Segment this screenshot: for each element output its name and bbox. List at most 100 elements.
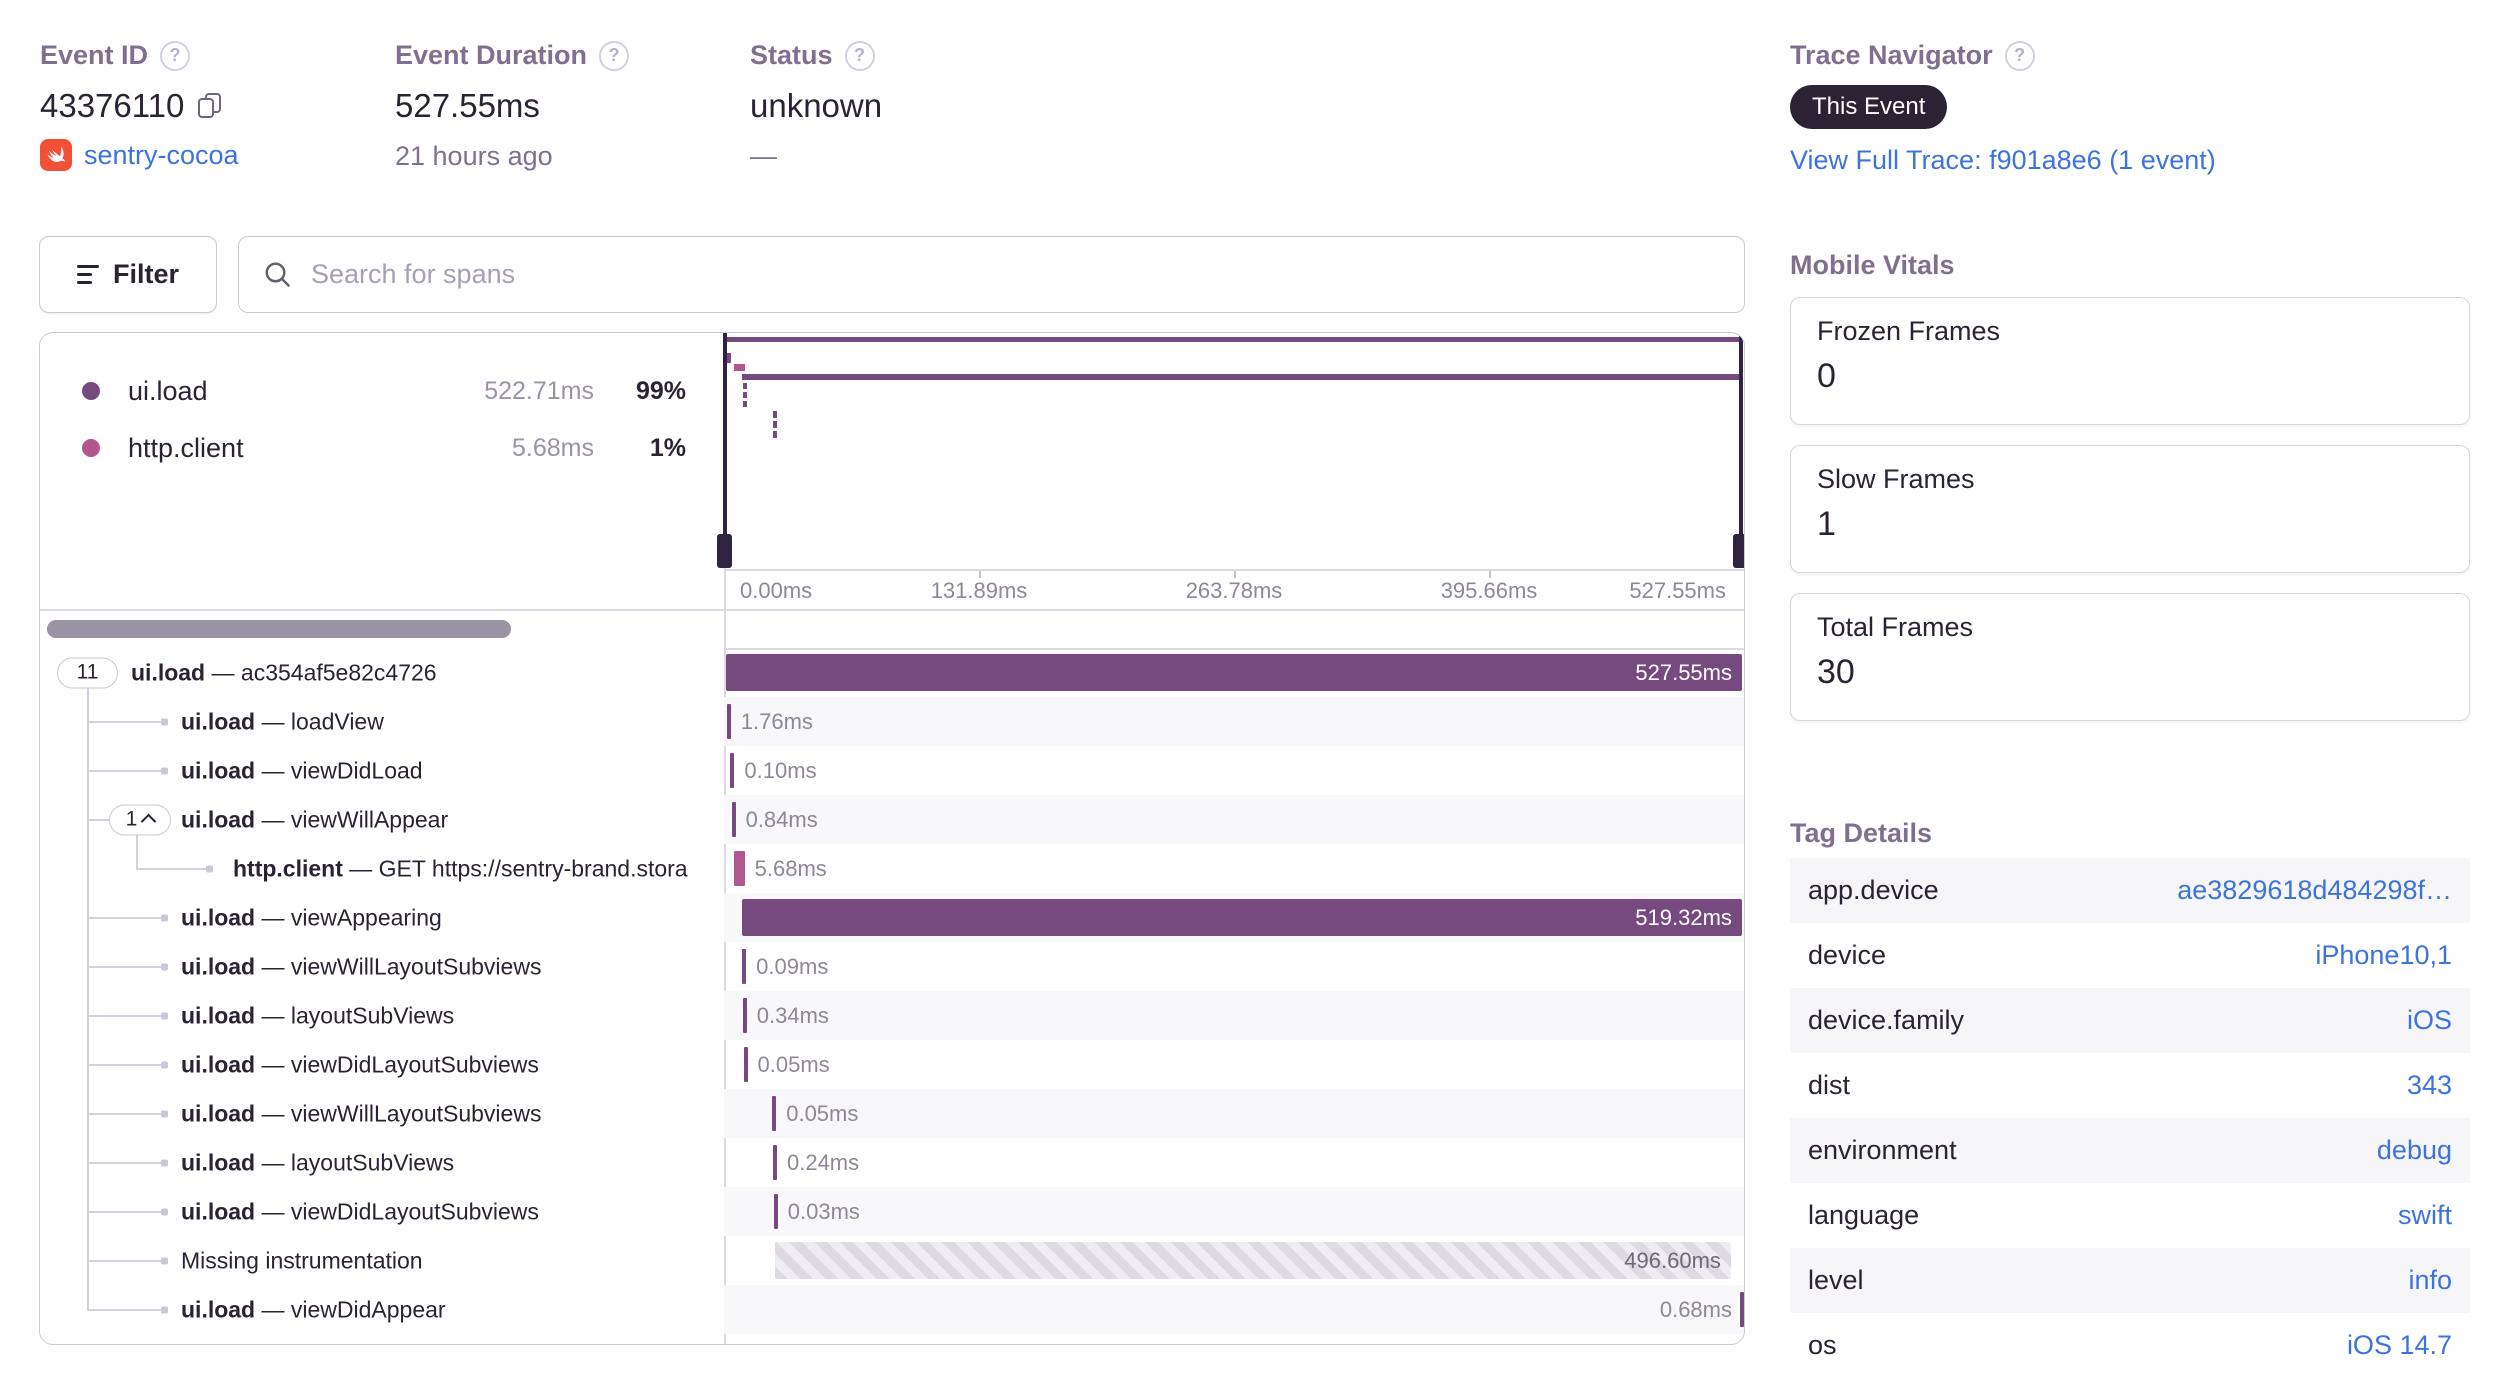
span-tick[interactable] — [742, 949, 747, 984]
span-op: ui.load — [181, 1198, 256, 1224]
tag-value-link[interactable]: iPhone10,1 — [2315, 940, 2452, 971]
tag-value-link[interactable]: 343 — [2407, 1070, 2452, 1101]
search-input[interactable] — [309, 258, 1720, 291]
span-tick[interactable] — [731, 802, 736, 837]
tag-row: language swift — [1790, 1183, 2470, 1248]
span-tick[interactable] — [772, 1096, 777, 1131]
tag-value-link[interactable]: swift — [2398, 1200, 2452, 1231]
help-icon[interactable]: ? — [160, 40, 191, 71]
span-tick[interactable] — [773, 1194, 778, 1229]
view-full-trace-link[interactable]: View Full Trace: f901a8e6 (1 event) — [1790, 145, 2216, 175]
missing-instrumentation-bar[interactable]: 496.60ms — [774, 1242, 1731, 1279]
tag-value-link[interactable]: info — [2408, 1265, 2452, 1296]
status-label: Status — [750, 40, 833, 70]
span-duration-cell[interactable]: 0.10ms — [724, 746, 1744, 795]
event-id-value: 43376110 — [40, 87, 185, 124]
minimap-left-handle[interactable] — [717, 534, 732, 568]
span-tree-cell[interactable]: ui.load — viewWillLayoutSubviews — [40, 1089, 724, 1138]
status-value: unknown — [750, 87, 883, 124]
span-row[interactable]: ui.load — layoutSubViews 0.34ms — [40, 991, 1744, 1040]
span-duration-cell[interactable]: 1.76ms — [724, 697, 1744, 746]
span-tick[interactable] — [743, 1047, 748, 1082]
span-count-pill[interactable]: 11 — [57, 657, 118, 688]
span-row[interactable]: ui.load — layoutSubViews 0.24ms — [40, 1138, 1744, 1187]
span-tick[interactable] — [1740, 1292, 1744, 1327]
span-row[interactable]: ui.load — viewAppearing 519.32ms — [40, 893, 1744, 942]
divider — [724, 569, 1744, 571]
span-duration-label: 5.68ms — [754, 855, 827, 881]
span-bar[interactable]: 519.32ms — [741, 899, 1742, 936]
span-bar[interactable]: 527.55ms — [726, 654, 1742, 691]
tree-connector — [87, 965, 161, 968]
span-tree-cell[interactable]: Missing instrumentation — [40, 1236, 724, 1285]
span-tree-cell[interactable]: 11 ui.load — ac354af5e82c4726 — [40, 648, 724, 697]
tag-value-link[interactable]: iOS — [2407, 1005, 2452, 1036]
span-row[interactable]: ui.load — viewDidLoad 0.10ms — [40, 746, 1744, 795]
span-tree-cell[interactable]: ui.load — viewAppearing — [40, 893, 724, 942]
span-tick[interactable] — [733, 851, 745, 886]
span-row[interactable]: ui.load — viewDidLayoutSubviews 0.05ms — [40, 1040, 1744, 1089]
minimap-right-edge[interactable] — [1739, 333, 1743, 534]
span-duration-cell[interactable]: 5.68ms — [724, 844, 1744, 893]
legend-percent: 1% — [649, 433, 686, 462]
filter-button[interactable]: Filter — [39, 236, 217, 313]
span-duration-cell[interactable]: 0.09ms — [724, 942, 1744, 991]
span-tree-cell[interactable]: ui.load — viewDidLoad — [40, 746, 724, 795]
span-duration-cell[interactable]: 0.05ms — [724, 1040, 1744, 1089]
span-row[interactable]: ui.load — viewDidLayoutSubviews 0.03ms — [40, 1187, 1744, 1236]
span-row[interactable]: 11 ui.load — ac354af5e82c4726 527.55ms — [40, 648, 1744, 697]
span-duration-cell[interactable]: 0.05ms — [724, 1089, 1744, 1138]
copy-icon[interactable] — [198, 93, 224, 119]
span-row[interactable]: Missing instrumentation 496.60ms — [40, 1236, 1744, 1285]
span-tree-cell[interactable]: ui.load — viewDidLayoutSubviews — [40, 1187, 724, 1236]
span-row[interactable]: ui.load — viewWillLayoutSubviews 0.05ms — [40, 1089, 1744, 1138]
tag-value-link[interactable]: iOS 14.7 — [2347, 1330, 2452, 1361]
minimap-right-handle[interactable] — [1733, 534, 1744, 568]
minimap-left-edge[interactable] — [723, 333, 727, 534]
span-tree-cell[interactable]: ui.load — layoutSubViews — [40, 991, 724, 1040]
span-tree-cell[interactable]: ui.load — viewDidAppear — [40, 1285, 724, 1334]
span-duration-cell[interactable]: 527.55ms — [724, 648, 1744, 697]
tag-row: environment debug — [1790, 1118, 2470, 1183]
minimap-appearing-span — [741, 374, 1742, 380]
span-tree-cell[interactable]: ui.load — layoutSubViews — [40, 1138, 724, 1187]
horizontal-scrollbar[interactable] — [47, 620, 511, 638]
tag-value-link[interactable]: debug — [2377, 1135, 2452, 1166]
legend-item[interactable]: http.client 5.68ms 1% — [40, 420, 724, 476]
span-tree-cell[interactable]: ui.load — loadView — [40, 697, 724, 746]
span-row[interactable]: ui.load — viewWillLayoutSubviews 0.09ms — [40, 942, 1744, 991]
span-tree-cell[interactable]: 1 ui.load — viewWillAppear — [40, 795, 724, 844]
vital-card-frozen-frames: Frozen Frames 0 — [1790, 297, 2470, 425]
span-duration-cell[interactable]: 0.03ms — [724, 1187, 1744, 1236]
legend-item[interactable]: ui.load 522.71ms 99% — [40, 363, 724, 419]
tag-value-link[interactable]: ae3829618d484298f… — [2177, 875, 2452, 906]
span-duration-cell[interactable]: 0.68ms — [724, 1285, 1744, 1334]
span-duration-cell[interactable]: 0.34ms — [724, 991, 1744, 1040]
help-icon[interactable]: ? — [2004, 40, 2035, 71]
span-duration-cell[interactable]: 496.60ms — [724, 1236, 1744, 1285]
span-row[interactable]: http.client — GET https://sentry-brand.s… — [40, 844, 1744, 893]
project-link[interactable]: sentry-cocoa — [84, 140, 239, 171]
span-tick[interactable] — [742, 998, 747, 1033]
help-icon[interactable]: ? — [844, 40, 875, 71]
span-op: ui.load — [131, 659, 206, 685]
span-duration-cell[interactable]: 0.84ms — [724, 795, 1744, 844]
vital-label: Total Frames — [1817, 612, 1974, 642]
span-row[interactable]: 1 ui.load — viewWillAppear 0.84ms — [40, 795, 1744, 844]
event-duration-label: Event Duration — [395, 40, 588, 70]
span-duration-cell[interactable]: 0.24ms — [724, 1138, 1744, 1187]
span-count: 1 — [125, 807, 138, 831]
span-tick[interactable] — [726, 704, 731, 739]
span-tree-cell[interactable]: ui.load — viewDidLayoutSubviews — [40, 1040, 724, 1089]
span-title: ui.load — viewAppearing — [181, 904, 442, 931]
vital-label: Frozen Frames — [1817, 316, 2001, 346]
span-tick[interactable] — [772, 1145, 777, 1180]
span-row[interactable]: ui.load — viewDidAppear 0.68ms — [40, 1285, 1744, 1334]
span-duration-cell[interactable]: 519.32ms — [724, 893, 1744, 942]
help-icon[interactable]: ? — [599, 40, 630, 71]
span-row[interactable]: ui.load — loadView 1.76ms — [40, 697, 1744, 746]
span-collapse-pill[interactable]: 1 — [109, 804, 171, 835]
span-tick[interactable] — [730, 753, 735, 788]
span-tree-cell[interactable]: http.client — GET https://sentry-brand.s… — [40, 844, 724, 893]
span-tree-cell[interactable]: ui.load — viewWillLayoutSubviews — [40, 942, 724, 991]
